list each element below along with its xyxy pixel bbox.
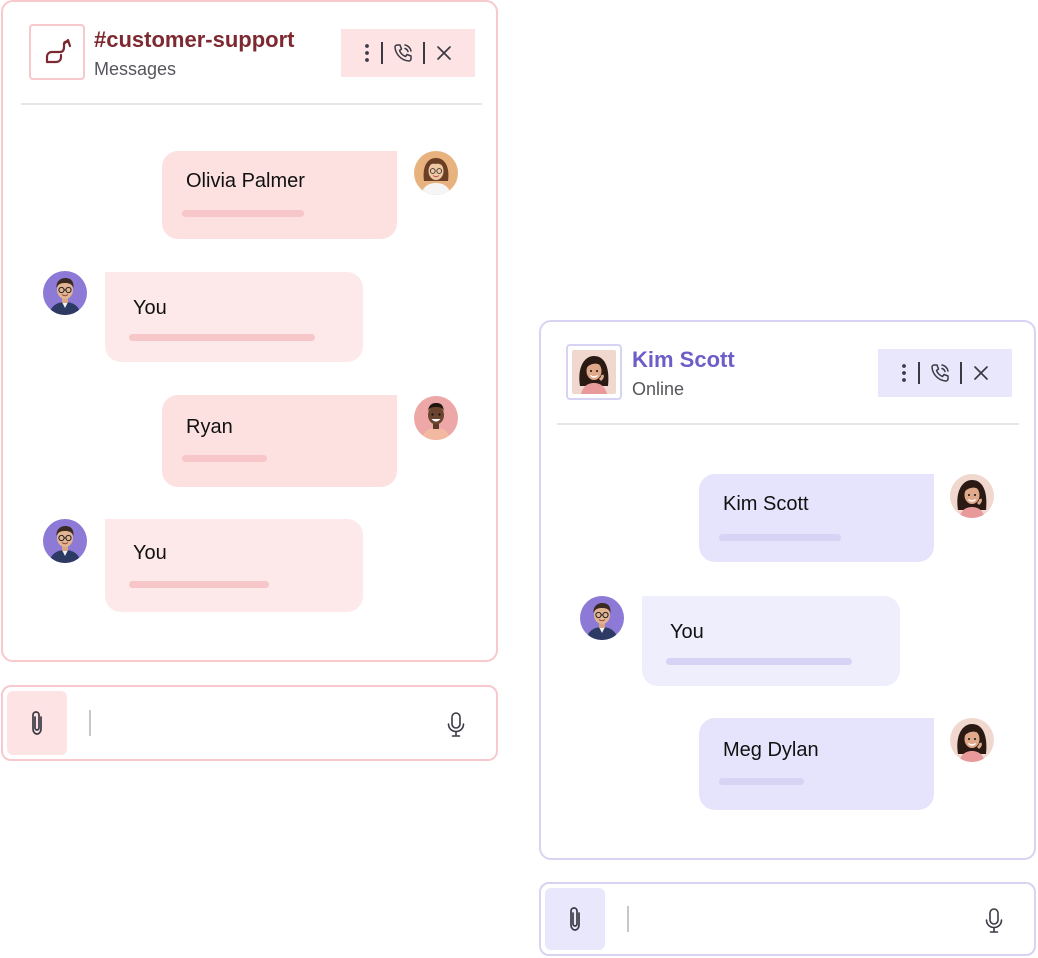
message-sender: You [670, 621, 704, 643]
message-sender: You [133, 542, 167, 564]
message-placeholder-line [182, 455, 267, 462]
channel-icon [45, 38, 72, 64]
avatar-kim-scott [572, 350, 616, 394]
avatar-you[interactable] [43, 271, 87, 315]
message-input[interactable] [81, 701, 415, 747]
message-sender: You [133, 297, 167, 319]
channel-subtitle: Messages [94, 59, 177, 79]
message-bubble: You [642, 596, 900, 686]
close-icon[interactable] [971, 363, 991, 383]
attach-button[interactable] [7, 691, 67, 755]
message-placeholder-line [719, 534, 841, 541]
attach-button[interactable] [545, 888, 605, 950]
channel-chat-panel: #customer-support Messages Olivia Palmer… [1, 0, 498, 662]
message-placeholder-line [129, 581, 269, 588]
message-sender: Meg Dylan [723, 739, 819, 761]
message-sender: Ryan [186, 416, 233, 438]
action-separator [423, 42, 425, 64]
message-sender: Kim Scott [723, 493, 809, 515]
phone-call-icon[interactable] [929, 362, 951, 384]
channel-header-actions [341, 29, 475, 77]
avatar-olivia-palmer[interactable] [414, 151, 458, 195]
avatar-you[interactable] [43, 519, 87, 563]
message-bubble: You [105, 272, 363, 362]
action-separator [381, 42, 383, 64]
contact-name: Kim Scott [632, 347, 735, 372]
direct-chat-panel: Kim Scott Online Kim Scott You Meg Dylan [539, 320, 1036, 860]
channel-icon-box [29, 24, 85, 80]
close-icon[interactable] [434, 43, 454, 63]
action-separator [918, 362, 920, 384]
header-divider [557, 423, 1019, 425]
message-placeholder-line [182, 210, 304, 217]
text-caret [89, 710, 91, 736]
contact-avatar-box[interactable] [566, 344, 622, 400]
text-caret [627, 906, 629, 932]
paperclip-icon [32, 711, 42, 735]
message-sender: Olivia Palmer [186, 170, 305, 192]
avatar-kim-scott[interactable] [950, 474, 994, 518]
message-placeholder-line [129, 334, 315, 341]
message-input[interactable] [619, 898, 953, 944]
channel-message-composer [1, 685, 498, 761]
message-bubble: Meg Dylan [699, 718, 934, 810]
message-bubble: You [105, 519, 363, 612]
avatar-meg-dylan[interactable] [950, 718, 994, 762]
more-vertical-icon[interactable] [899, 362, 909, 384]
direct-header-actions [878, 349, 1012, 397]
message-placeholder-line [719, 778, 804, 785]
paperclip-icon [570, 907, 580, 931]
phone-call-icon[interactable] [392, 42, 414, 64]
microphone-icon[interactable] [983, 906, 1005, 936]
channel-title: #customer-support [94, 27, 295, 52]
message-placeholder-line [666, 658, 852, 665]
action-separator [960, 362, 962, 384]
message-bubble: Olivia Palmer [162, 151, 397, 239]
avatar-ryan[interactable] [414, 396, 458, 440]
more-vertical-icon[interactable] [362, 42, 372, 64]
direct-message-composer [539, 882, 1036, 956]
microphone-icon[interactable] [445, 710, 467, 740]
message-bubble: Ryan [162, 395, 397, 487]
header-divider [21, 103, 482, 105]
avatar-you[interactable] [580, 596, 624, 640]
message-bubble: Kim Scott [699, 474, 934, 562]
contact-status: Online [632, 379, 685, 399]
